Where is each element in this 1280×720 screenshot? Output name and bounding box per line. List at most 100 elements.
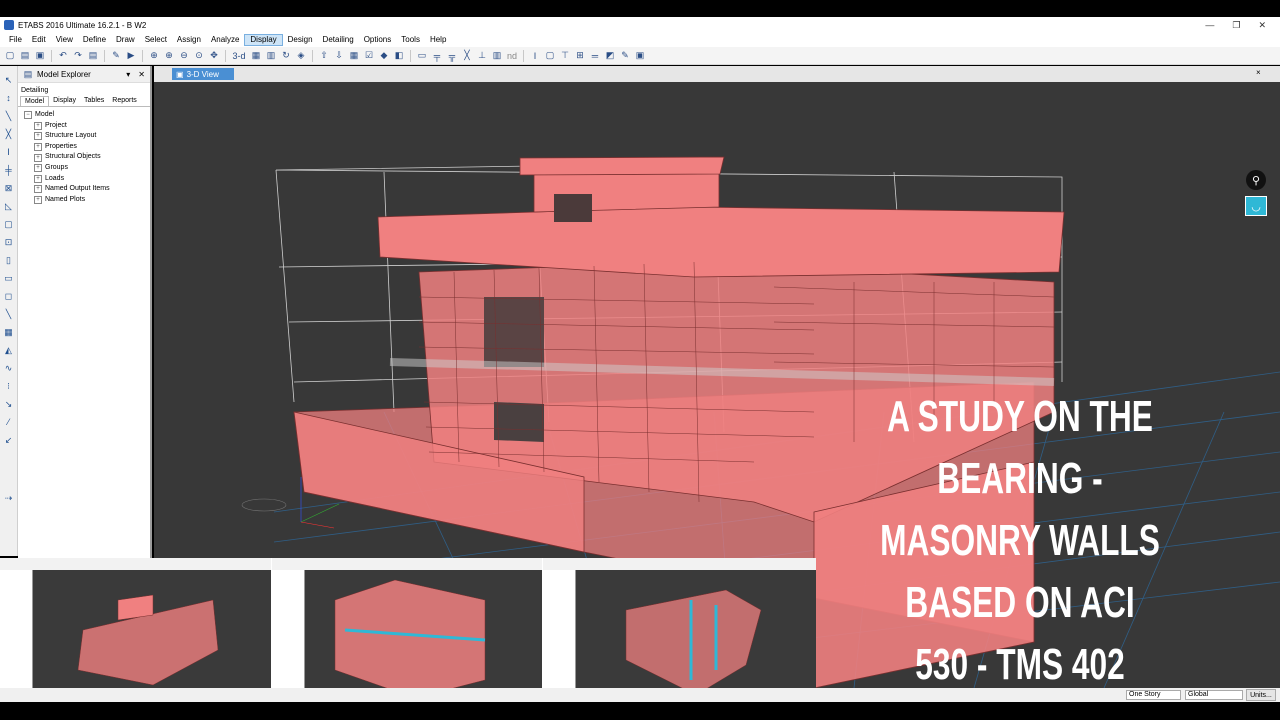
draw-opening-icon[interactable]: ⊡ xyxy=(3,236,15,248)
draw-line-icon[interactable]: ╲ xyxy=(3,110,15,122)
draw-wall-tool-icon[interactable]: ▯ xyxy=(3,254,15,266)
tab-3d-view[interactable]: ▣ 3-D View xyxy=(172,68,234,80)
assign-joint-icon[interactable]: ⊞ xyxy=(574,50,586,62)
draw-diagonal-icon[interactable]: ╳ xyxy=(3,128,15,140)
draw-spring-icon[interactable]: ∿ xyxy=(3,362,15,374)
explorer-pin-icon[interactable]: ▾ xyxy=(126,70,130,79)
menu-design[interactable]: Design xyxy=(283,34,318,46)
tab-reports[interactable]: Reports xyxy=(108,96,141,106)
thumbnail-3[interactable] xyxy=(543,558,816,700)
run-icon[interactable]: ▶ xyxy=(125,50,137,62)
tab-tables[interactable]: Tables xyxy=(80,96,108,106)
display-options-icon[interactable]: ▦ xyxy=(348,50,360,62)
move-down-icon[interactable]: ⇩ xyxy=(333,50,345,62)
menu-edit[interactable]: Edit xyxy=(27,34,51,46)
expand-icon[interactable]: + xyxy=(34,153,42,162)
assign-section-icon[interactable]: I xyxy=(529,50,541,62)
draw-beam-grid-icon[interactable]: ╪ xyxy=(3,164,15,176)
select-clear-icon[interactable]: ⁄ xyxy=(3,416,15,428)
menu-file[interactable]: File xyxy=(4,34,27,46)
snap-icon[interactable]: ⇢ xyxy=(3,492,15,504)
expand-icon[interactable]: + xyxy=(34,121,42,130)
zoom-out-icon[interactable]: ⊖ xyxy=(178,50,190,62)
assign-more-icon[interactable]: ▣ xyxy=(634,50,646,62)
tree-item-project[interactable]: + Project xyxy=(24,121,150,132)
tree-item-groups[interactable]: + Groups xyxy=(24,163,150,174)
view-close-icon[interactable]: × xyxy=(1256,68,1261,77)
menu-view[interactable]: View xyxy=(51,34,78,46)
expand-icon[interactable]: + xyxy=(34,174,42,183)
save-icon[interactable]: ▣ xyxy=(34,50,46,62)
plan-view-icon[interactable]: ▦ xyxy=(250,50,262,62)
3d-view-button[interactable]: 3-d xyxy=(231,50,247,62)
open-folder-icon[interactable]: ▤ xyxy=(19,50,31,62)
story-select[interactable]: One Story xyxy=(1126,690,1181,700)
zoom-in-icon[interactable]: ⊕ xyxy=(163,50,175,62)
tree-item-properties[interactable]: + Properties xyxy=(24,142,150,153)
pointer-icon[interactable]: ↖ xyxy=(3,74,15,86)
undo-icon[interactable]: ↶ xyxy=(57,50,69,62)
select-restore-icon[interactable]: ↙ xyxy=(3,434,15,446)
draw-rect-icon[interactable]: ▭ xyxy=(416,50,428,62)
menu-assign[interactable]: Assign xyxy=(172,34,206,46)
pan-icon[interactable]: ✥ xyxy=(208,50,220,62)
objects-icon[interactable]: ◧ xyxy=(393,50,405,62)
menu-help[interactable]: Help xyxy=(425,34,451,46)
menu-analyze[interactable]: Analyze xyxy=(206,34,244,46)
assign-area-icon[interactable]: ▢ xyxy=(544,50,556,62)
tree-item-structural-objects[interactable]: + Structural Objects xyxy=(24,152,150,163)
menu-select[interactable]: Select xyxy=(140,34,172,46)
maximize-button[interactable]: ❐ xyxy=(1232,20,1240,31)
tab-model[interactable]: Model xyxy=(20,96,50,106)
draw-tendon-icon[interactable]: ◭ xyxy=(3,344,15,356)
expand-icon[interactable]: + xyxy=(34,143,42,152)
tree-item-named-output-items[interactable]: + Named Output Items xyxy=(24,184,150,195)
draw-floor-icon[interactable]: ▢ xyxy=(3,218,15,230)
coordinate-system-select[interactable]: Global xyxy=(1185,690,1243,700)
minimize-button[interactable]: — xyxy=(1205,20,1214,31)
draw-wall-icon[interactable]: ▥ xyxy=(491,50,503,62)
draw-support-icon[interactable]: ⊥ xyxy=(476,50,488,62)
draw-column-icon[interactable]: ╤ xyxy=(431,50,443,62)
expand-icon[interactable]: + xyxy=(34,132,42,141)
tab-display[interactable]: Display xyxy=(49,96,80,106)
rotate-icon[interactable]: ↻ xyxy=(280,50,292,62)
draw-link-icon[interactable]: ╲ xyxy=(3,308,15,320)
draw-beam-icon[interactable]: ╦ xyxy=(446,50,458,62)
draw-brace-grid-icon[interactable]: ⊠ xyxy=(3,182,15,194)
move-up-icon[interactable]: ⇧ xyxy=(318,50,330,62)
assign-diaphragm-icon[interactable]: ◩ xyxy=(604,50,616,62)
select-ps-icon[interactable]: ↘ xyxy=(3,398,15,410)
new-file-icon[interactable]: ▢ xyxy=(4,50,16,62)
draw-slab-icon[interactable]: ◺ xyxy=(3,200,15,212)
draw-area-icon[interactable]: ◻ xyxy=(3,290,15,302)
reshape-icon[interactable]: ↕ xyxy=(3,92,15,104)
collapse-icon[interactable]: − xyxy=(24,111,32,120)
thumbnail-1[interactable] xyxy=(0,558,271,700)
tree-item-named-plots[interactable]: + Named Plots xyxy=(24,195,150,206)
menu-options[interactable]: Options xyxy=(359,34,397,46)
assign-color-icon[interactable]: ✎ xyxy=(619,50,631,62)
assign-load-icon[interactable]: ═ xyxy=(589,50,601,62)
menu-display[interactable]: Display xyxy=(244,34,283,46)
redo-icon[interactable]: ↷ xyxy=(72,50,84,62)
lock-icon[interactable]: ▤ xyxy=(87,50,99,62)
zoom-rect-icon[interactable]: ⊕ xyxy=(148,50,160,62)
draw-brace-icon[interactable]: ╳ xyxy=(461,50,473,62)
draw-grid-icon[interactable]: ▦ xyxy=(3,326,15,338)
checkbox-icon[interactable]: ☑ xyxy=(363,50,375,62)
expand-icon[interactable]: + xyxy=(34,196,42,205)
select-all-icon[interactable]: ⁝ xyxy=(3,380,15,392)
menu-tools[interactable]: Tools xyxy=(396,34,425,46)
units-button[interactable]: Units... xyxy=(1246,689,1276,701)
thumbnail-2[interactable] xyxy=(272,558,542,700)
draw-wall-stack-icon[interactable]: ▭ xyxy=(3,272,15,284)
menu-detailing[interactable]: Detailing xyxy=(318,34,359,46)
menu-define[interactable]: Define xyxy=(78,34,111,46)
view-mode-icon[interactable]: ◡ xyxy=(1245,196,1267,216)
expand-icon[interactable]: + xyxy=(34,185,42,194)
pointer-mode-icon[interactable]: ⚲ xyxy=(1246,170,1266,190)
tree-item-loads[interactable]: + Loads xyxy=(24,174,150,185)
elevation-view-icon[interactable]: ▥ xyxy=(265,50,277,62)
nd-label[interactable]: nd xyxy=(506,50,518,62)
